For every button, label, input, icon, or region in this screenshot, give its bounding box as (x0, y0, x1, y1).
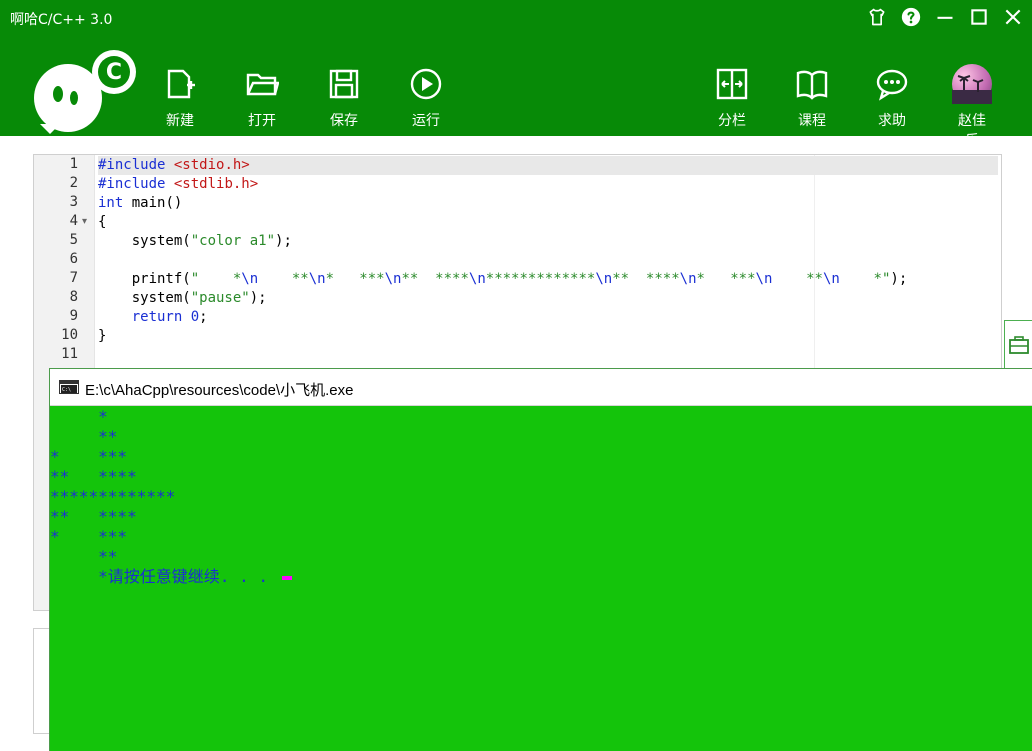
line-number: 4 (69, 213, 78, 229)
code-line: #include <stdio.h> (98, 156, 998, 175)
console-titlebar[interactable]: C:\ E:\c\AhaCpp\resources\code\小飞机.exe (50, 369, 1032, 406)
console-line: ** **** (50, 467, 137, 486)
new-file-icon (160, 64, 200, 104)
console-window[interactable]: C:\ E:\c\AhaCpp\resources\code\小飞机.exe *… (49, 368, 1032, 751)
code-line: printf(" *\n **\n* ***\n** ****\n*******… (98, 271, 908, 287)
book-icon (792, 64, 832, 104)
window-controls (866, 6, 1024, 28)
code-line: system("color a1"); (98, 233, 292, 249)
line-number: 3 (69, 194, 78, 210)
toolbox-icon (1009, 336, 1029, 354)
user-button[interactable]: 赵佳乐 (952, 64, 992, 150)
line-number: 5 (69, 232, 78, 248)
toolbox-button[interactable] (1004, 320, 1032, 370)
top-toolbar: 啊哈C/C++ 3.0 C 新建 打开 保存 运行 分栏 课程 求助 赵佳乐 (0, 0, 1032, 149)
split-view-icon (712, 64, 752, 104)
new-button[interactable]: 新建 (160, 64, 200, 130)
shirt-icon[interactable] (866, 6, 888, 28)
course-button[interactable]: 课程 (792, 64, 832, 150)
code-line: system("pause"); (98, 290, 267, 306)
code-line: return 0; (131, 309, 208, 325)
run-icon (406, 64, 446, 104)
save-icon (324, 64, 364, 104)
help-label: 求助 (878, 113, 906, 129)
line-number: 9 (69, 308, 78, 324)
run-button[interactable]: 运行 (406, 64, 446, 130)
line-number: 10 (61, 327, 78, 343)
svg-text:C: C (106, 60, 122, 85)
help-icon[interactable] (900, 6, 922, 28)
minimize-icon[interactable] (934, 6, 956, 28)
save-button[interactable]: 保存 (324, 64, 364, 130)
console-line: ** **** (50, 507, 137, 526)
code-line: } (98, 328, 107, 344)
toolbar-right: 分栏 课程 求助 赵佳乐 (712, 64, 992, 150)
avatar (952, 64, 992, 104)
console-line: * *** (50, 527, 128, 546)
run-label: 运行 (412, 113, 440, 129)
console-line: *请按任意键继续. . . (50, 567, 1030, 587)
close-icon[interactable] (1002, 6, 1024, 28)
open-folder-icon (242, 64, 282, 104)
user-label: 赵佳乐 (958, 113, 986, 149)
console-line: ** (50, 547, 118, 566)
new-label: 新建 (166, 113, 194, 129)
line-number: 1 (69, 156, 78, 172)
text-cursor (281, 575, 292, 580)
line-number: 7 (69, 270, 78, 286)
save-label: 保存 (330, 113, 358, 129)
console-output[interactable]: * ** * *** ** **** ************* ** ****… (50, 406, 1032, 751)
split-button[interactable]: 分栏 (712, 64, 752, 150)
line-number: 2 (69, 175, 78, 191)
maximize-icon[interactable] (968, 6, 990, 28)
svg-text:C:\: C:\ (62, 387, 71, 393)
code-line: { (98, 214, 107, 230)
console-prompt: *请按任意键继续. . . (50, 567, 278, 586)
course-label: 课程 (798, 113, 826, 129)
code-line: int main() (98, 195, 183, 211)
app-title: 啊哈C/C++ 3.0 (10, 12, 113, 28)
line-number: 6 (69, 251, 78, 267)
code-line: #include <stdlib.h> (98, 176, 259, 192)
split-label: 分栏 (718, 113, 746, 129)
open-label: 打开 (248, 113, 276, 129)
console-icon: C:\ (59, 380, 79, 394)
console-line: * *** (50, 447, 128, 466)
line-number: 11 (61, 346, 78, 362)
console-title: E:\c\AhaCpp\resources\code\小飞机.exe (85, 382, 354, 399)
chat-help-icon (872, 64, 912, 104)
console-line: ** (50, 427, 118, 446)
app-logo: C (34, 50, 136, 134)
console-line: * (50, 407, 108, 426)
toolbar-left: 新建 打开 保存 运行 (160, 64, 446, 130)
open-button[interactable]: 打开 (242, 64, 282, 130)
fold-arrow-icon[interactable]: ▾ (82, 216, 87, 227)
help-button[interactable]: 求助 (872, 64, 912, 150)
console-line: ************* (50, 487, 176, 506)
line-number: 8 (69, 289, 78, 305)
